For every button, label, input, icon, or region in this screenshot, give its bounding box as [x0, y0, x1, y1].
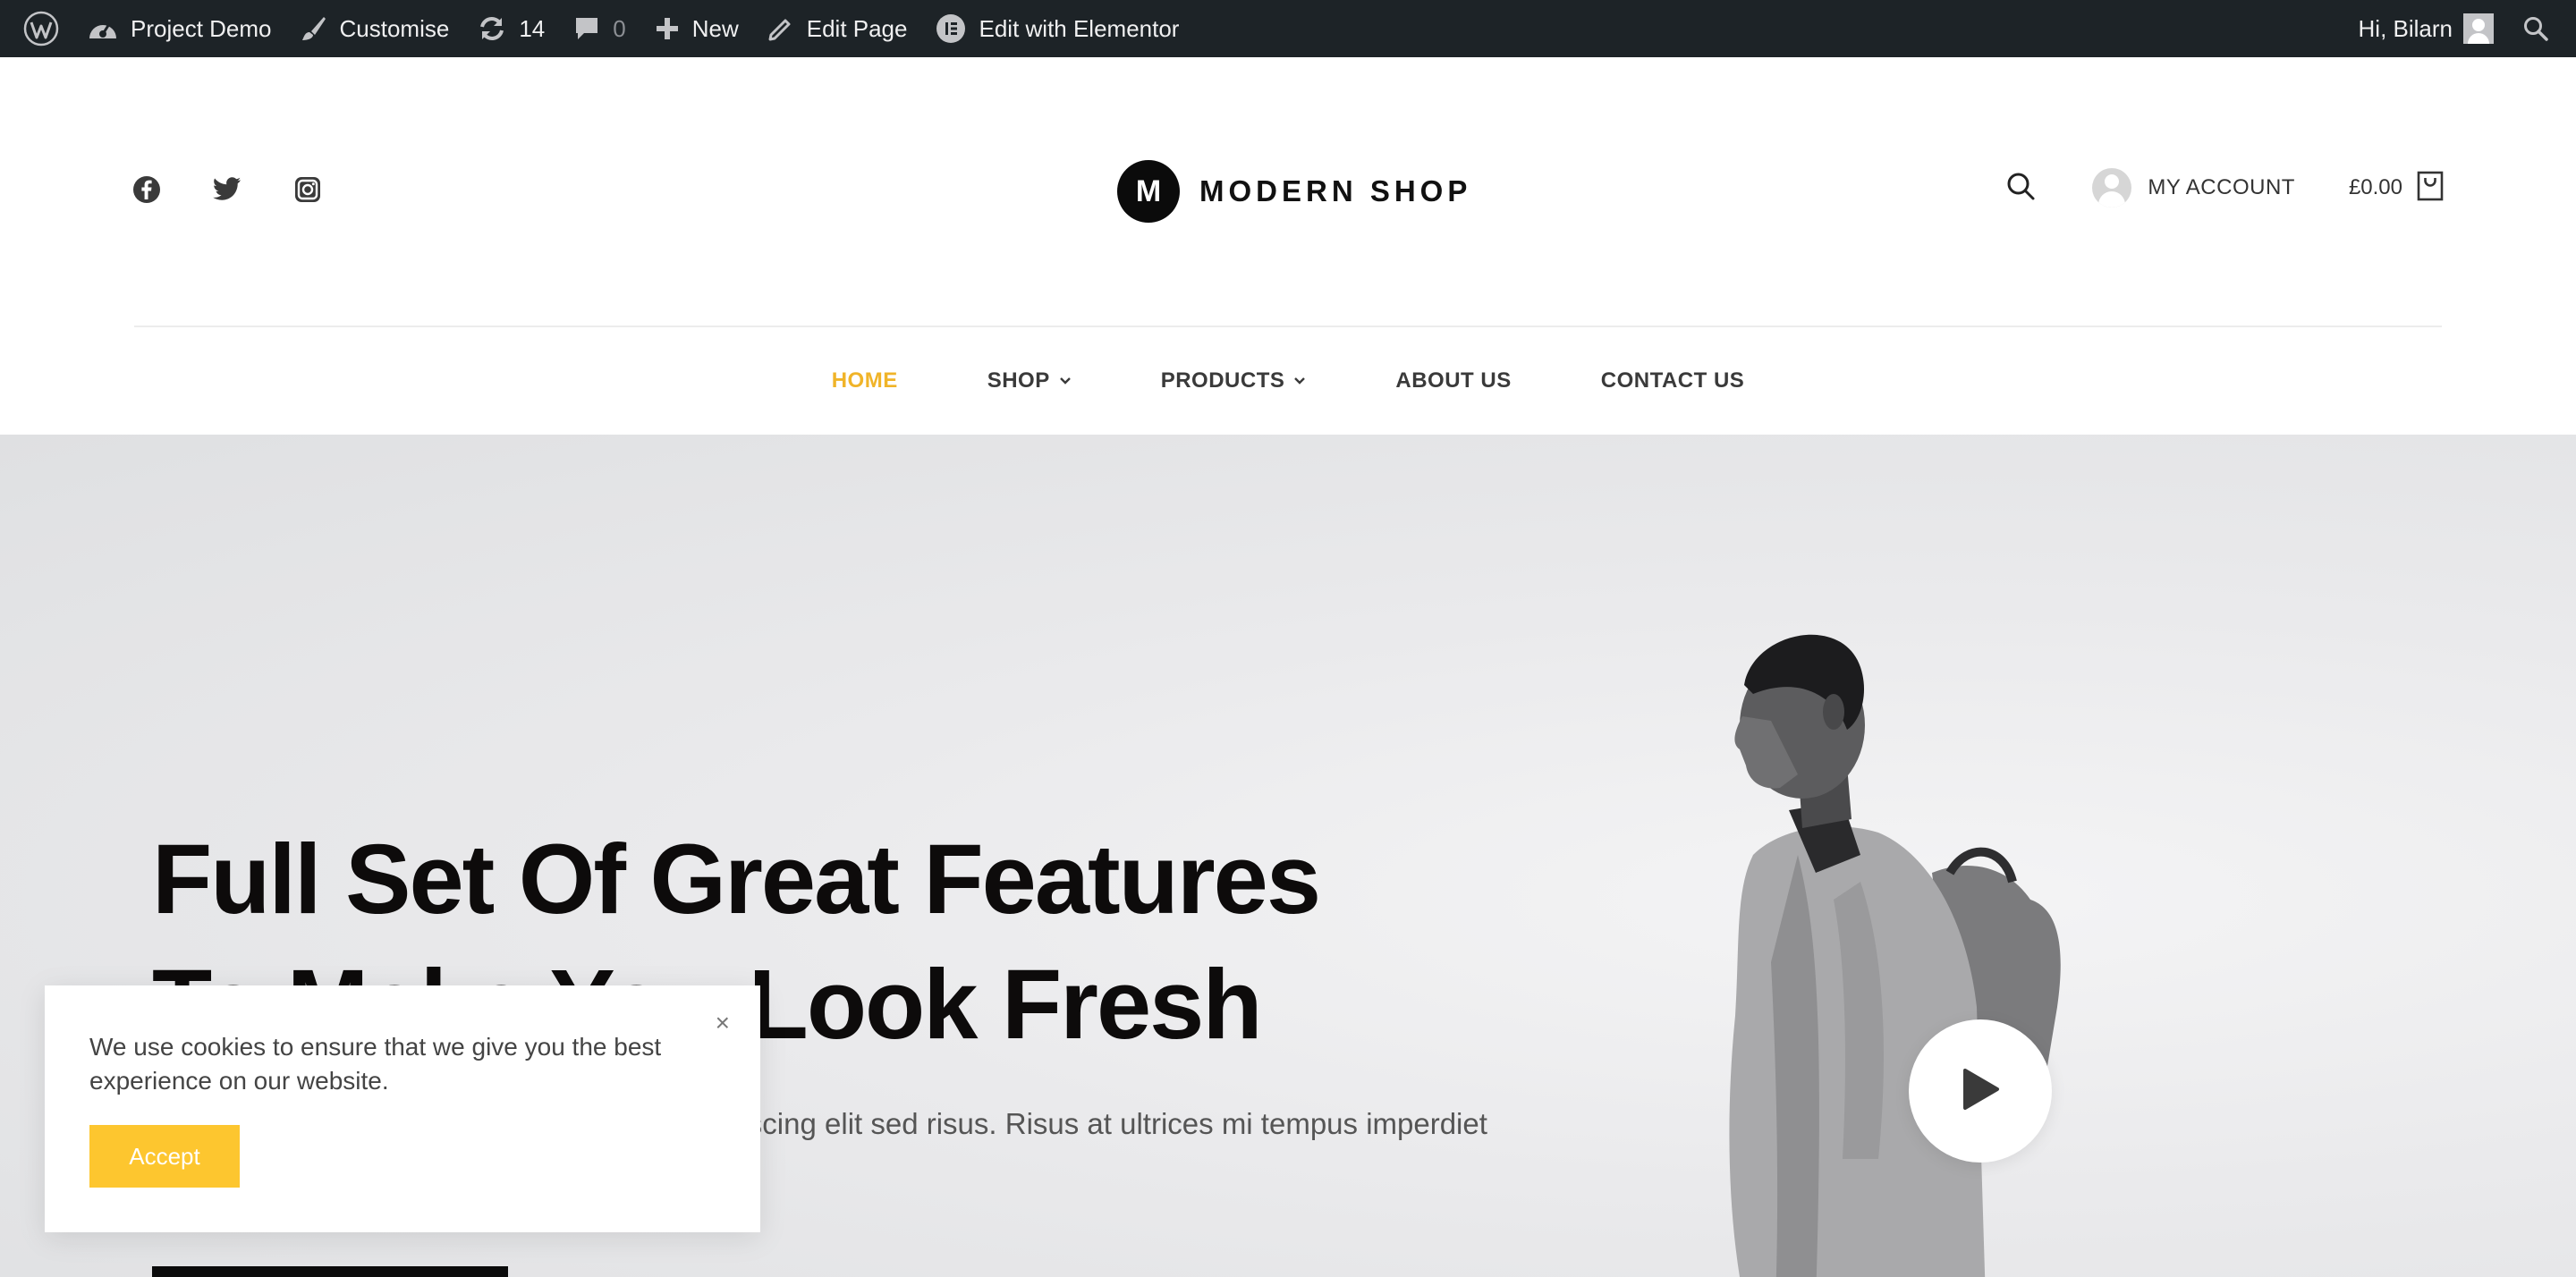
dashboard-icon: [88, 15, 118, 42]
facebook-icon[interactable]: [132, 175, 161, 204]
chevron-down-icon: [1059, 376, 1072, 385]
my-account-menu[interactable]: Hi, Bilarn: [2344, 0, 2508, 57]
elementor-icon: [936, 13, 966, 44]
nav-shop-label: SHOP: [987, 368, 1050, 393]
admin-search-button[interactable]: [2508, 0, 2563, 57]
play-icon: [1960, 1067, 2001, 1116]
cookie-message: We use cookies to ensure that we give yo…: [89, 1033, 662, 1095]
new-label: New: [691, 14, 739, 42]
cart-link[interactable]: £0.00: [2349, 171, 2444, 206]
nav-item-home[interactable]: HOME: [787, 368, 943, 393]
customise-link[interactable]: Customise: [286, 0, 464, 57]
nav-home-label: HOME: [831, 368, 898, 393]
hero-title-line-1: Full Set Of Great Features: [152, 825, 1321, 934]
edit-page-link[interactable]: Edit Page: [753, 0, 922, 57]
social-links: [132, 175, 322, 204]
logo-mark: M: [1117, 160, 1180, 223]
comment-icon: [573, 15, 600, 42]
nav-item-products[interactable]: PRODUCTS: [1116, 368, 1352, 393]
site-logo[interactable]: M MODERN SHOP: [1117, 160, 1471, 223]
wordpress-menu[interactable]: [9, 0, 73, 57]
new-content-link[interactable]: New: [640, 0, 753, 57]
header-search-button[interactable]: [2003, 170, 2038, 206]
edit-page-label: Edit Page: [806, 14, 908, 42]
main-navigation: HOME SHOP PRODUCTS ABOUT US CONTACT US: [0, 327, 2576, 435]
nav-item-shop[interactable]: SHOP: [943, 368, 1116, 393]
paintbrush-icon: [301, 15, 327, 42]
comments-link[interactable]: 0: [559, 0, 640, 57]
logo-text: MODERN SHOP: [1199, 174, 1472, 207]
account-avatar: [2092, 168, 2132, 207]
updates-link[interactable]: 14: [463, 0, 559, 57]
updates-icon: [478, 15, 506, 42]
site-header: M MODERN SHOP MY ACCOUNT £0.00: [0, 57, 2576, 327]
account-label: MY ACCOUNT: [2148, 175, 2295, 199]
cookie-notice: We use cookies to ensure that we give yo…: [45, 985, 760, 1232]
site-name-label: Project Demo: [131, 14, 272, 42]
nav-contact-label: CONTACT US: [1600, 368, 1745, 393]
nav-products-label: PRODUCTS: [1160, 368, 1285, 393]
my-account-link[interactable]: MY ACCOUNT: [2092, 168, 2295, 207]
admin-bar: Project Demo Customise 14 0 New Edit Pag…: [0, 0, 2576, 57]
shopping-bag-icon: [2417, 171, 2444, 206]
updates-count: 14: [519, 14, 546, 42]
admin-avatar: [2463, 13, 2494, 44]
site-name-menu[interactable]: Project Demo: [73, 0, 286, 57]
comments-count: 0: [613, 14, 626, 42]
hero-cta-button[interactable]: [152, 1266, 508, 1277]
greeting-label: Hi, Bilarn: [2358, 14, 2453, 42]
edit-elementor-label: Edit with Elementor: [979, 14, 1180, 42]
wordpress-icon: [23, 11, 59, 47]
nav-item-contact-us[interactable]: CONTACT US: [1556, 368, 1790, 393]
twitter-icon[interactable]: [213, 175, 242, 204]
search-icon: [2005, 171, 2036, 206]
search-icon: [2522, 15, 2549, 42]
nav-about-label: ABOUT US: [1395, 368, 1512, 393]
nav-item-about-us[interactable]: ABOUT US: [1351, 368, 1555, 393]
cart-total: £0.00: [2348, 175, 2402, 199]
close-icon[interactable]: ×: [716, 1011, 730, 1036]
pencil-icon: [767, 15, 794, 42]
plus-icon: [655, 16, 680, 41]
edit-elementor-link[interactable]: Edit with Elementor: [921, 0, 1193, 57]
hero-model-image: [1729, 634, 2061, 1277]
customise-label: Customise: [339, 14, 450, 42]
instagram-icon[interactable]: [293, 175, 322, 204]
header-actions: MY ACCOUNT £0.00: [2003, 168, 2444, 207]
chevron-down-icon: [1293, 376, 1306, 385]
video-play-button[interactable]: [1909, 1019, 2052, 1163]
accept-cookies-button[interactable]: Accept: [89, 1125, 240, 1188]
